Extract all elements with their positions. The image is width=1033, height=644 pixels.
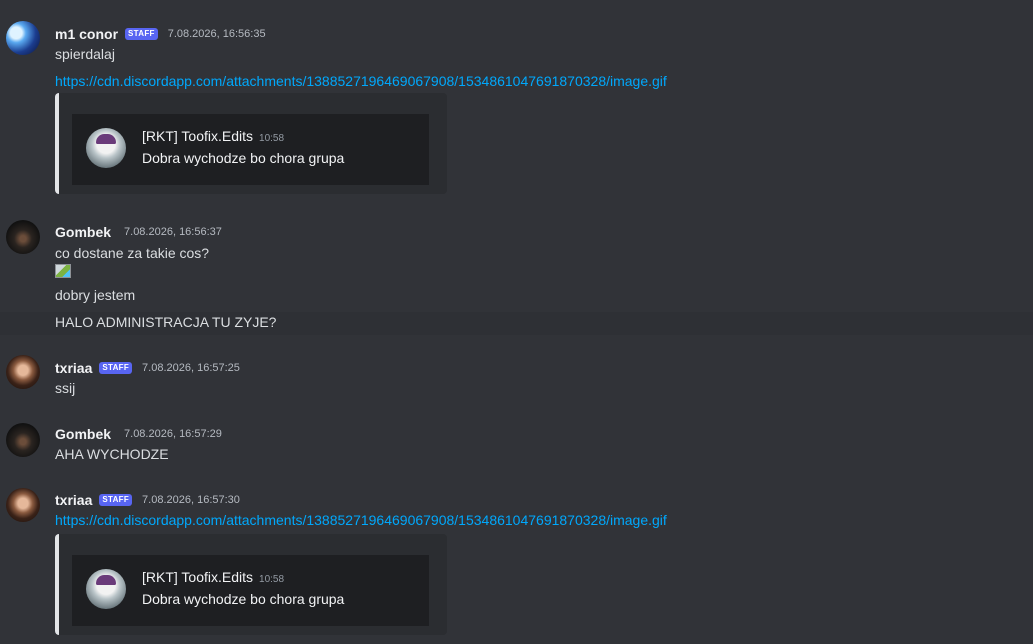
quote-avatar — [86, 569, 126, 609]
quote-author: [RKT] Toofix.Edits 10:58 — [142, 569, 285, 585]
link-embed[interactable]: [RKT] Toofix.Edits 10:58 Dobra wychodze b… — [55, 534, 447, 635]
username[interactable]: txriaa — [55, 492, 92, 508]
quoted-message: [RKT] Toofix.Edits 10:58 Dobra wychodze b… — [72, 114, 429, 185]
message-header: Gombek 7.08.2026, 16:57:29 — [55, 424, 222, 444]
quote-author: [RKT] Toofix.Edits 10:58 — [142, 128, 285, 144]
attachment-link[interactable]: https://cdn.discordapp.com/attachments/1… — [55, 512, 667, 528]
avatar[interactable] — [6, 355, 40, 389]
message-text: AHA WYCHODZE — [55, 446, 169, 462]
message-header: txriaa STAFF 7.08.2026, 16:57:25 — [55, 358, 240, 378]
avatar[interactable] — [6, 220, 40, 254]
timestamp: 7.08.2026, 16:57:29 — [124, 428, 222, 440]
timestamp: 7.08.2026, 16:57:25 — [142, 362, 240, 374]
message-text: spierdalaj — [55, 46, 115, 62]
quoted-message: [RKT] Toofix.Edits 10:58 Dobra wychodze b… — [72, 555, 429, 626]
username[interactable]: m1 conor — [55, 26, 118, 42]
timestamp: 7.08.2026, 16:57:30 — [142, 494, 240, 506]
message-text: co dostane za takie cos? — [55, 245, 210, 261]
message-text: HALO ADMINISTRACJA TU ZYJE? — [55, 314, 277, 330]
message-header: txriaa STAFF 7.08.2026, 16:57:30 — [55, 490, 240, 510]
avatar[interactable] — [6, 488, 40, 522]
username[interactable]: Gombek — [55, 426, 111, 442]
staff-badge: STAFF — [99, 494, 133, 506]
broken-image-icon[interactable] — [55, 264, 71, 278]
staff-badge: STAFF — [125, 28, 158, 40]
message-header: Gombek 7.08.2026, 16:56:37 — [55, 222, 222, 242]
username[interactable]: Gombek — [55, 224, 111, 240]
avatar[interactable] — [6, 21, 40, 55]
link-embed[interactable]: [RKT] Toofix.Edits 10:58 Dobra wychodze b… — [55, 93, 447, 194]
message-text: ssij — [55, 380, 76, 396]
attachment-link[interactable]: https://cdn.discordapp.com/attachments/1… — [55, 73, 667, 89]
timestamp: 7.08.2026, 16:56:35 — [167, 28, 266, 40]
username[interactable]: txriaa — [55, 360, 92, 376]
message-text: dobry jestem — [55, 287, 136, 303]
quote-text: Dobra wychodze bo chora grupa — [142, 591, 345, 607]
timestamp: 7.08.2026, 16:56:37 — [124, 226, 222, 238]
quote-avatar — [86, 128, 126, 168]
quote-text: Dobra wychodze bo chora grupa — [142, 150, 345, 166]
quote-time: 10:58 — [259, 574, 285, 585]
quote-time: 10:58 — [259, 133, 285, 144]
staff-badge: STAFF — [99, 362, 133, 374]
avatar[interactable] — [6, 423, 40, 457]
message-header: m1 conor STAFF 7.08.2026, 16:56:35 — [55, 24, 266, 44]
